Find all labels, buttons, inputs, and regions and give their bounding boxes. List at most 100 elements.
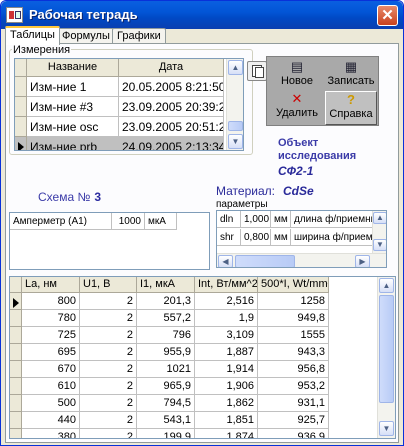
parameter-description[interactable]: длина ф/приемника <box>291 211 373 228</box>
intensity-cell[interactable]: 1,862 <box>195 395 258 412</box>
parameter-unit[interactable]: мм <box>271 211 291 228</box>
parameter-value[interactable]: 0,800 <box>241 229 271 246</box>
column-header-date[interactable]: Дата <box>119 59 224 77</box>
measurements-scrollbar[interactable]: ▲ ▼ <box>226 59 243 150</box>
parameter-row[interactable]: shr 0,800 мм ширина ф/приемника <box>217 229 373 246</box>
data-row[interactable]: 380 2 199,9 1,874 936,9 <box>10 429 329 438</box>
tab-formulas[interactable]: Формулы <box>57 28 115 44</box>
intensity-cell[interactable]: 1,906 <box>195 378 258 395</box>
voltage-cell[interactable]: 2 <box>80 429 137 438</box>
title-bar[interactable]: Рабочая тетрадь ✕ <box>1 1 403 29</box>
wavelength-cell[interactable]: 800 <box>22 293 80 310</box>
scaled-current-cell[interactable]: 943,3 <box>258 344 329 361</box>
wavelength-cell[interactable]: 440 <box>22 412 80 429</box>
scroll-thumb[interactable] <box>228 121 243 131</box>
data-row[interactable]: 800 2 201,3 2,516 1258 <box>10 293 329 310</box>
parameter-row[interactable]: dln 1,000 мм длина ф/приемника <box>217 211 373 228</box>
instrument-row[interactable]: Амперметр (А1) 1000 мкА <box>10 213 177 230</box>
measurement-date[interactable]: 20.05.2005 8:21:50 <box>119 77 224 97</box>
current-cell[interactable]: 955,9 <box>137 344 195 361</box>
measurement-row-selected[interactable]: Изм-ние prb 24.09.2005 2:13:34 <box>15 137 224 150</box>
current-cell[interactable]: 201,3 <box>137 293 195 310</box>
tab-graphs[interactable]: Графики <box>112 28 166 44</box>
wavelength-cell[interactable]: 380 <box>22 429 80 438</box>
current-cell[interactable]: 965,9 <box>137 378 195 395</box>
intensity-cell[interactable]: 1,9 <box>195 310 258 327</box>
parameter-value[interactable]: 1,000 <box>241 211 271 228</box>
new-button[interactable]: ▤ Новое <box>271 59 323 93</box>
measurement-date[interactable]: 23.09.2005 20:39:25 <box>119 97 224 117</box>
scroll-down-button[interactable]: ▼ <box>228 134 243 149</box>
parameter-unit[interactable]: мм <box>271 229 291 246</box>
data-grid-scrollbar[interactable]: ▲ ▼ <box>377 277 395 438</box>
measurement-name[interactable]: Изм-ние osc <box>27 117 119 137</box>
help-button[interactable]: ? Справка <box>325 91 377 125</box>
measurement-row[interactable]: Изм-ние osc 23.09.2005 20:51:21 <box>15 117 224 137</box>
column-header-current[interactable]: I1, мкА <box>137 277 195 293</box>
intensity-cell[interactable]: 1,874 <box>195 429 258 438</box>
intensity-cell[interactable]: 3,109 <box>195 327 258 344</box>
scroll-thumb[interactable] <box>379 295 394 403</box>
measurement-date[interactable]: 24.09.2005 2:13:34 <box>119 137 224 150</box>
scroll-down-button[interactable]: ▼ <box>373 239 386 251</box>
parameter-key[interactable]: dln <box>217 211 241 228</box>
parameters-hscrollbar[interactable]: ◀ ▶ <box>217 253 386 267</box>
parameters-vscrollbar[interactable]: ▲ ▼ <box>372 211 386 253</box>
scroll-up-button[interactable]: ▲ <box>373 212 386 224</box>
current-cell[interactable]: 199,9 <box>137 429 195 438</box>
scaled-current-cell[interactable]: 953,2 <box>258 378 329 395</box>
measurement-row[interactable]: Изм-ние 1 20.05.2005 8:21:50 <box>15 77 224 97</box>
save-button[interactable]: ▦ Записать <box>325 59 377 93</box>
measurement-name[interactable]: Изм-ние 1 <box>27 77 119 97</box>
scaled-current-cell[interactable]: 949,8 <box>258 310 329 327</box>
scroll-up-button[interactable]: ▲ <box>379 278 394 293</box>
wavelength-cell[interactable]: 670 <box>22 361 80 378</box>
voltage-cell[interactable]: 2 <box>80 310 137 327</box>
voltage-cell[interactable]: 2 <box>80 378 137 395</box>
hscroll-thumb[interactable] <box>235 255 295 267</box>
current-cell[interactable]: 794,5 <box>137 395 195 412</box>
data-row[interactable]: 500 2 794,5 1,862 931,1 <box>10 395 329 412</box>
scaled-current-cell[interactable]: 925,7 <box>258 412 329 429</box>
intensity-cell[interactable]: 1,851 <box>195 412 258 429</box>
current-cell[interactable]: 1021 <box>137 361 195 378</box>
voltage-cell[interactable]: 2 <box>80 327 137 344</box>
column-header-wavelength[interactable]: La, нм <box>22 277 80 293</box>
delete-button[interactable]: ✕ Удалить <box>271 91 323 125</box>
data-row[interactable]: 670 2 1021 1,914 956,8 <box>10 361 329 378</box>
voltage-cell[interactable]: 2 <box>80 361 137 378</box>
instrument-value[interactable]: 1000 <box>112 213 145 230</box>
scroll-down-button[interactable]: ▼ <box>379 421 394 436</box>
wavelength-cell[interactable]: 695 <box>22 344 80 361</box>
current-cell[interactable]: 557,2 <box>137 310 195 327</box>
data-row[interactable]: 695 2 955,9 1,887 943,3 <box>10 344 329 361</box>
column-header-intensity[interactable]: Int, Вт/мм^2 <box>195 277 258 293</box>
data-row[interactable]: 780 2 557,2 1,9 949,8 <box>10 310 329 327</box>
tab-tables[interactable]: Таблицы <box>5 26 60 45</box>
measurement-row[interactable]: Изм-ние #3 23.09.2005 20:39:25 <box>15 97 224 117</box>
intensity-cell[interactable]: 1,914 <box>195 361 258 378</box>
instrument-name[interactable]: Амперметр (А1) <box>10 213 112 230</box>
wavelength-cell[interactable]: 500 <box>22 395 80 412</box>
scaled-current-cell[interactable]: 936,9 <box>258 429 329 438</box>
data-row[interactable]: 725 2 796 3,109 1555 <box>10 327 329 344</box>
column-header-name[interactable]: Название <box>27 59 119 77</box>
close-button[interactable]: ✕ <box>377 5 398 26</box>
voltage-cell[interactable]: 2 <box>80 344 137 361</box>
parameter-description[interactable]: ширина ф/приемника <box>291 229 373 246</box>
intensity-cell[interactable]: 2,516 <box>195 293 258 310</box>
current-cell[interactable]: 543,1 <box>137 412 195 429</box>
measurement-date[interactable]: 23.09.2005 20:51:21 <box>119 117 224 137</box>
intensity-cell[interactable]: 1,887 <box>195 344 258 361</box>
data-row[interactable]: 610 2 965,9 1,906 953,2 <box>10 378 329 395</box>
instrument-unit[interactable]: мкА <box>145 213 177 230</box>
parameter-key[interactable]: shr <box>217 229 241 246</box>
scaled-current-cell[interactable]: 1555 <box>258 327 329 344</box>
wavelength-cell[interactable]: 610 <box>22 378 80 395</box>
wavelength-cell[interactable]: 780 <box>22 310 80 327</box>
voltage-cell[interactable]: 2 <box>80 395 137 412</box>
scaled-current-cell[interactable]: 956,8 <box>258 361 329 378</box>
voltage-cell[interactable]: 2 <box>80 412 137 429</box>
scroll-left-button[interactable]: ◀ <box>218 255 233 267</box>
current-cell[interactable]: 796 <box>137 327 195 344</box>
